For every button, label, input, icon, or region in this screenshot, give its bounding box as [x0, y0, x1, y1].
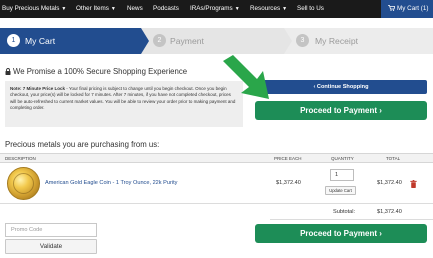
nav-label: Other Items	[76, 5, 109, 12]
nav-label: Podcasts	[153, 5, 179, 12]
chevron-down-icon: ▼	[282, 6, 288, 12]
total-value: $1,372.40	[377, 180, 402, 186]
note-title: Note: 7 Minute Price Lock	[10, 86, 66, 91]
proceed-to-payment-button[interactable]: Proceed to Payment ›	[255, 101, 427, 120]
table-row: American Gold Eagle Coin - 1 Troy Ounce,…	[0, 163, 433, 204]
divider	[270, 219, 433, 220]
step-number: 2	[153, 34, 166, 47]
nav-other-items[interactable]: Other Items ▼	[76, 0, 116, 18]
my-cart-button[interactable]: My Cart (1)	[381, 0, 433, 18]
subtotal-value: $1,372.40	[377, 209, 402, 215]
validate-button[interactable]: Validate	[5, 239, 97, 254]
nav-label: News	[127, 5, 143, 12]
pointer-arrow-icon	[223, 55, 269, 99]
quantity-input[interactable]: 1	[330, 169, 354, 181]
step-my-receipt: 3 My Receipt	[284, 28, 433, 54]
step-label: My Receipt	[315, 36, 358, 46]
step-chevron	[141, 28, 149, 54]
cart-section-title: Precious metals you are purchasing from …	[5, 140, 160, 149]
chevron-down-icon: ▼	[110, 6, 116, 12]
checkout-steps: 1 My Cart 2 Payment 3 My Receipt	[0, 28, 433, 54]
nav-resources[interactable]: Resources ▼	[250, 0, 287, 18]
cart-icon	[388, 5, 396, 11]
step-payment: 2 Payment	[141, 28, 284, 54]
col-quantity: QUANTITY	[331, 156, 354, 161]
chevron-down-icon: ▼	[234, 6, 240, 12]
product-link[interactable]: American Gold Eagle Coin - 1 Troy Ounce,…	[45, 180, 177, 186]
step-chevron	[284, 28, 292, 54]
col-total: TOTAL	[386, 156, 401, 161]
gold-coin-image	[7, 167, 40, 200]
price-each-value: $1,372.40	[276, 180, 301, 186]
nav-news[interactable]: News	[127, 0, 143, 18]
lock-icon	[5, 68, 11, 75]
top-nav: Buy Precious Metals ▼ Other Items ▼ News P…	[0, 0, 433, 18]
nav-label: Resources	[250, 5, 281, 12]
step-label: My Cart	[25, 36, 56, 46]
promo-code-input[interactable]: Promo Code	[5, 223, 97, 237]
price-lock-note: Note: 7 Minute Price Lock - Your final p…	[5, 81, 243, 127]
proceed-to-payment-button-bottom[interactable]: Proceed to Payment ›	[255, 224, 427, 243]
promise-text: We Promise a 100% Secure Shopping Experi…	[13, 67, 188, 76]
step-number: 3	[296, 34, 309, 47]
step-my-cart: 1 My Cart	[0, 28, 141, 54]
step-number: 1	[7, 34, 20, 47]
col-price-each: PRICE EACH	[274, 156, 302, 161]
nav-label: Buy Precious Metals	[2, 5, 60, 12]
cart-table-header: DESCRIPTION PRICE EACH QUANTITY TOTAL	[0, 153, 433, 163]
nav-label: Sell to Us	[297, 5, 324, 12]
my-cart-label: My Cart (1)	[397, 5, 429, 12]
col-description: DESCRIPTION	[5, 156, 36, 161]
nav-iras-programs[interactable]: IRAs/Programs ▼	[190, 0, 240, 18]
trash-icon[interactable]	[410, 180, 417, 188]
subtotal-label: Subtotal:	[333, 209, 356, 215]
step-label: Payment	[170, 36, 204, 46]
nav-sell-to-us[interactable]: Sell to Us	[297, 0, 324, 18]
nav-podcasts[interactable]: Podcasts	[153, 0, 179, 18]
continue-shopping-button[interactable]: ‹ Continue Shopping	[255, 80, 427, 94]
update-cart-button[interactable]: Update Cart	[325, 186, 356, 195]
nav-buy-precious-metals[interactable]: Buy Precious Metals ▼	[2, 0, 66, 18]
secure-promise: We Promise a 100% Secure Shopping Experi…	[5, 67, 187, 76]
nav-label: IRAs/Programs	[190, 5, 233, 12]
chevron-down-icon: ▼	[61, 6, 67, 12]
